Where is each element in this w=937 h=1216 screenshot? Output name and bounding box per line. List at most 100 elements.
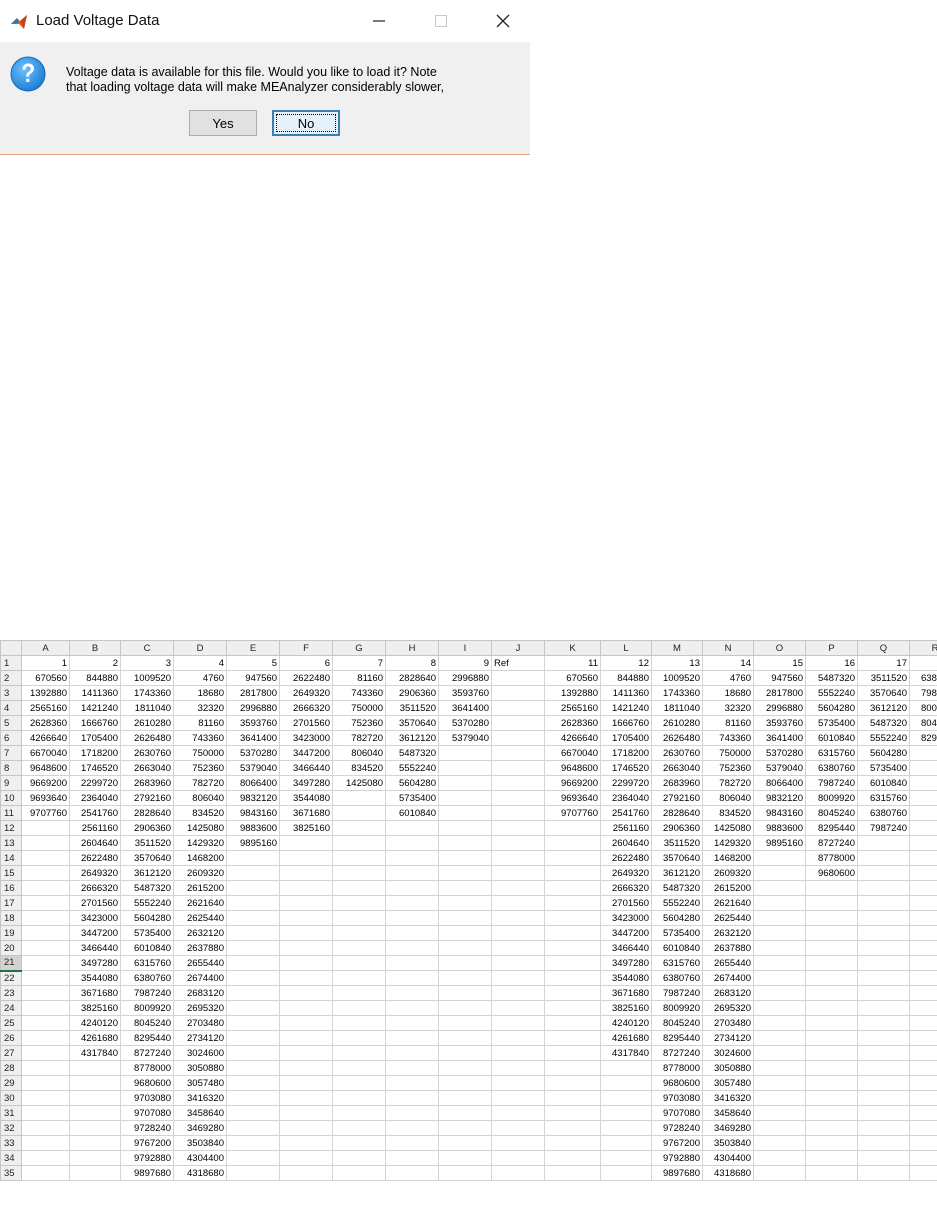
cell[interactable] xyxy=(226,940,280,956)
cell[interactable] xyxy=(491,1165,545,1181)
cell[interactable] xyxy=(332,1075,386,1091)
cell[interactable] xyxy=(279,910,333,926)
cell[interactable]: 1743360 xyxy=(120,685,174,701)
cell[interactable] xyxy=(438,865,492,881)
cell[interactable] xyxy=(226,955,280,971)
cell[interactable] xyxy=(385,1060,439,1076)
cell[interactable]: 4318680 xyxy=(173,1165,227,1181)
cell[interactable] xyxy=(385,1045,439,1061)
row-header[interactable]: 23 xyxy=(0,985,22,1001)
cell[interactable]: 2649320 xyxy=(600,865,652,881)
cell[interactable] xyxy=(753,865,806,881)
cell[interactable]: 752360 xyxy=(332,715,386,731)
row-header[interactable]: 34 xyxy=(0,1150,22,1166)
cell[interactable] xyxy=(332,940,386,956)
cell[interactable] xyxy=(69,1090,121,1106)
cell[interactable] xyxy=(385,1090,439,1106)
cell[interactable] xyxy=(69,1150,121,1166)
cell[interactable]: 3469280 xyxy=(702,1120,754,1136)
cell[interactable]: 1811040 xyxy=(651,700,703,716)
cell[interactable]: 2683120 xyxy=(702,985,754,1001)
cell[interactable]: 1666760 xyxy=(69,715,121,731)
cell[interactable] xyxy=(69,1165,121,1181)
row-header[interactable]: 33 xyxy=(0,1135,22,1151)
cell[interactable] xyxy=(909,970,937,986)
cell[interactable] xyxy=(909,940,937,956)
cell[interactable]: 7987240 xyxy=(651,985,703,1001)
cell[interactable] xyxy=(21,1090,70,1106)
cell[interactable]: 5552240 xyxy=(857,730,910,746)
cell[interactable]: 4317840 xyxy=(600,1045,652,1061)
cell[interactable] xyxy=(544,1105,601,1121)
cell[interactable] xyxy=(753,955,806,971)
cell[interactable]: 5604280 xyxy=(651,910,703,926)
cell[interactable]: 1411360 xyxy=(69,685,121,701)
cell[interactable] xyxy=(600,1105,652,1121)
cell[interactable] xyxy=(491,1075,545,1091)
cell[interactable]: 2663040 xyxy=(120,760,174,776)
cell[interactable]: 2364040 xyxy=(69,790,121,806)
cell[interactable]: 2637880 xyxy=(173,940,227,956)
cell[interactable] xyxy=(385,1075,439,1091)
cell[interactable] xyxy=(857,985,910,1001)
cell[interactable] xyxy=(753,970,806,986)
cell[interactable] xyxy=(491,775,545,791)
cell[interactable]: 3612120 xyxy=(857,700,910,716)
cell[interactable]: 5735400 xyxy=(385,790,439,806)
cell[interactable] xyxy=(438,985,492,1001)
cell[interactable]: 17 xyxy=(857,655,910,671)
cell[interactable] xyxy=(491,730,545,746)
cell[interactable]: 9707080 xyxy=(120,1105,174,1121)
cell[interactable] xyxy=(753,1135,806,1151)
cell[interactable]: 3511520 xyxy=(120,835,174,851)
cell[interactable] xyxy=(544,1075,601,1091)
cell[interactable] xyxy=(909,955,937,971)
cell[interactable] xyxy=(385,1165,439,1181)
cell[interactable]: 2666320 xyxy=(279,700,333,716)
cell[interactable] xyxy=(21,1000,70,1016)
cell[interactable] xyxy=(544,1000,601,1016)
cell[interactable] xyxy=(279,1135,333,1151)
cell[interactable] xyxy=(909,1060,937,1076)
cell[interactable]: 7987240 xyxy=(805,775,858,791)
row-header[interactable]: 13 xyxy=(0,835,22,851)
cell[interactable]: 7987240 xyxy=(909,685,937,701)
column-header-m[interactable]: M xyxy=(651,640,703,656)
cell[interactable]: 9680600 xyxy=(805,865,858,881)
cell[interactable] xyxy=(385,985,439,1001)
cell[interactable]: 1746520 xyxy=(600,760,652,776)
cell[interactable] xyxy=(857,850,910,866)
cell[interactable]: 2632120 xyxy=(173,925,227,941)
cell[interactable]: 4 xyxy=(173,655,227,671)
cell[interactable]: 5604280 xyxy=(857,745,910,761)
cell[interactable] xyxy=(279,880,333,896)
cell[interactable] xyxy=(385,1030,439,1046)
cell[interactable] xyxy=(544,820,601,836)
cell[interactable]: 2622480 xyxy=(279,670,333,686)
cell[interactable]: 9693640 xyxy=(544,790,601,806)
cell[interactable] xyxy=(753,1075,806,1091)
cell[interactable]: 4261680 xyxy=(600,1030,652,1046)
cell[interactable] xyxy=(279,985,333,1001)
cell[interactable]: 2655440 xyxy=(173,955,227,971)
cell[interactable] xyxy=(279,1120,333,1136)
cell[interactable] xyxy=(279,1150,333,1166)
cell[interactable]: 2817800 xyxy=(753,685,806,701)
cell[interactable]: 782720 xyxy=(332,730,386,746)
cell[interactable]: 2701560 xyxy=(69,895,121,911)
cell[interactable]: 9895160 xyxy=(753,835,806,851)
cell[interactable]: 1411360 xyxy=(600,685,652,701)
cell[interactable] xyxy=(753,1120,806,1136)
cell[interactable]: 2625440 xyxy=(702,910,754,926)
cell[interactable] xyxy=(279,865,333,881)
cell[interactable] xyxy=(909,835,937,851)
cell[interactable] xyxy=(332,805,386,821)
cell[interactable]: 3423000 xyxy=(279,730,333,746)
row-header[interactable]: 10 xyxy=(0,790,22,806)
cell[interactable] xyxy=(491,670,545,686)
cell[interactable]: 6010840 xyxy=(651,940,703,956)
cell[interactable]: 9895160 xyxy=(226,835,280,851)
cell[interactable] xyxy=(857,880,910,896)
cell[interactable] xyxy=(491,1045,545,1061)
cell[interactable]: 1425080 xyxy=(332,775,386,791)
